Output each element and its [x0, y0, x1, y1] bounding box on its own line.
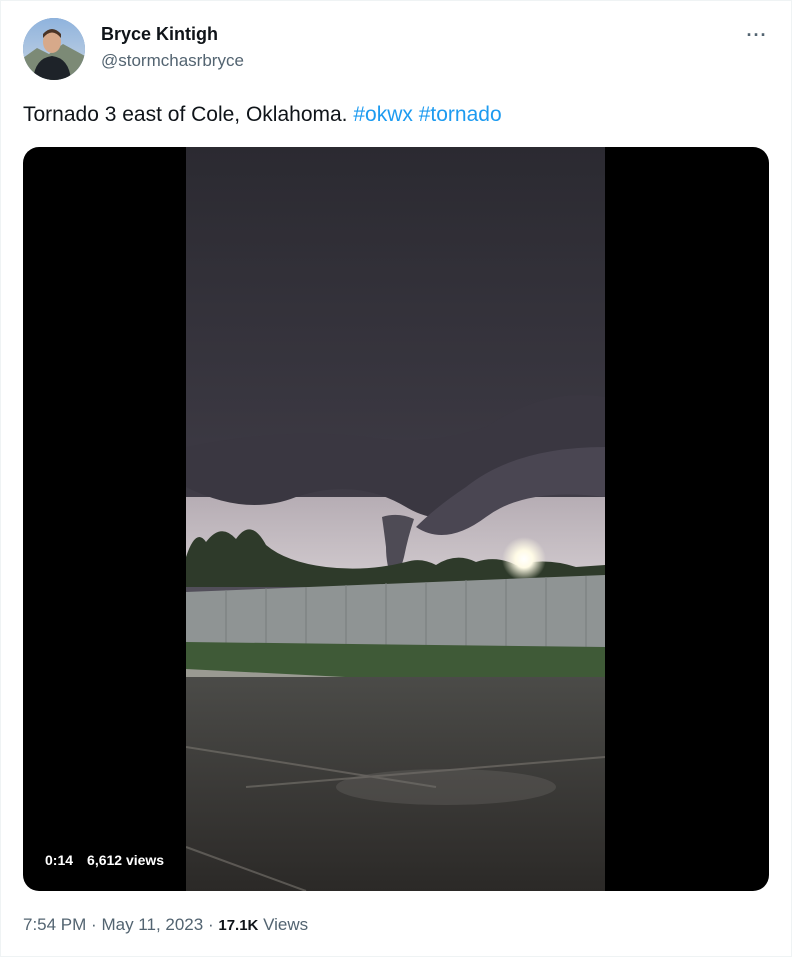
tweet-text: Tornado 3 east of Cole, Oklahoma. #okwx … [23, 103, 502, 127]
video-views: 6,612 views [87, 852, 165, 868]
tweet-card[interactable]: Bryce Kintigh @stormchasrbryce ··· Torna… [0, 0, 792, 957]
tweet-body: Tornado 3 east of Cole, Oklahoma. [23, 103, 348, 126]
tweet-date[interactable]: May 11, 2023 [101, 915, 203, 934]
video-player[interactable]: 0:14 6,612 views [23, 147, 769, 891]
views-label: Views [263, 915, 309, 934]
more-options-button[interactable]: ··· [743, 21, 771, 49]
meta-separator: · [207, 915, 214, 934]
video-duration: 0:14 [45, 852, 74, 868]
tweet-meta: 7:54 PM · May 11, 2023 · 17.1K Views [23, 915, 308, 935]
video-thumbnail[interactable] [186, 147, 605, 891]
tweet-time[interactable]: 7:54 PM [23, 915, 86, 934]
author-handle[interactable]: @stormchasrbryce [101, 51, 244, 71]
author-name[interactable]: Bryce Kintigh [101, 24, 218, 45]
avatar[interactable] [23, 18, 85, 80]
views-count[interactable]: 17.1K [218, 917, 258, 934]
ellipsis-icon: ··· [746, 24, 768, 45]
meta-separator: · [91, 915, 97, 934]
video-info-badge: 0:14 6,612 views [37, 847, 173, 873]
hashtag-okwx[interactable]: #okwx [353, 103, 413, 126]
hashtag-tornado[interactable]: #tornado [419, 103, 502, 126]
